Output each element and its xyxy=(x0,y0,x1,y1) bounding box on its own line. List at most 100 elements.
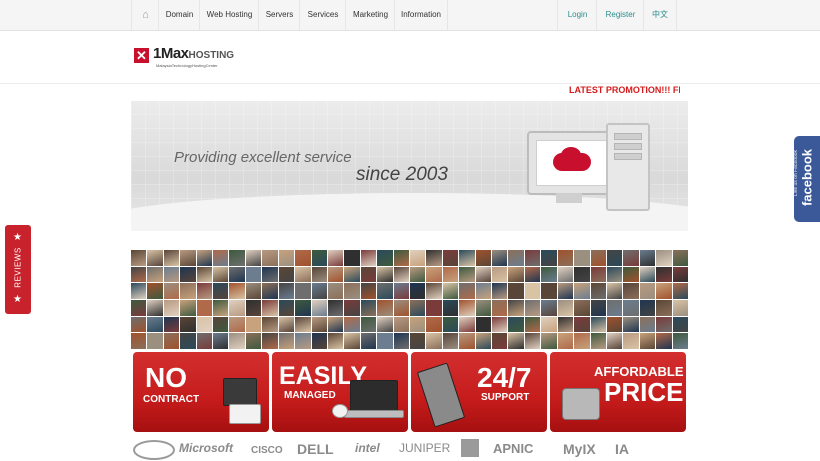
customer-photo-tile xyxy=(492,333,508,349)
customer-photo-tile xyxy=(278,266,295,283)
customer-photo-tile xyxy=(131,250,147,266)
customer-photo-tile xyxy=(229,316,245,333)
feature-subtitle: SUPPORT xyxy=(481,392,530,403)
feature-title: 24/7 xyxy=(477,362,532,393)
nav-web-hosting[interactable]: Web Hosting xyxy=(199,0,259,30)
chinese-language-link[interactable]: 中文 xyxy=(643,0,677,30)
customer-photo-tile xyxy=(377,283,393,299)
customer-photo-tile xyxy=(213,266,229,283)
customer-photo-tile xyxy=(442,316,459,333)
customer-photo-tile xyxy=(131,333,147,349)
site-logo[interactable]: ✕ 1MaxHOSTING MalaysiaTechnologyHostingC… xyxy=(134,45,244,70)
cloud-logo-top xyxy=(561,147,581,163)
customer-photo-tile xyxy=(475,250,492,266)
nav-services[interactable]: Services xyxy=(299,0,346,30)
customer-photo-tile xyxy=(278,316,295,333)
customer-photo-tile xyxy=(459,333,475,349)
customer-photo-tile xyxy=(163,333,180,349)
feature-subtitle: MANAGED xyxy=(284,390,336,401)
customer-photo-tile xyxy=(327,266,344,283)
customer-photo-tile xyxy=(278,250,295,266)
customer-photo-tile xyxy=(295,300,311,316)
nav-servers[interactable]: Servers xyxy=(258,0,300,30)
feature-easily-managed[interactable]: EASILY MANAGED xyxy=(272,352,408,432)
customer-photo-tile xyxy=(623,266,639,283)
customer-photo-tile xyxy=(656,250,672,266)
customer-photo-tile xyxy=(672,333,688,349)
customer-photo-tile xyxy=(327,316,344,333)
customer-photo-tile xyxy=(245,250,262,266)
customer-photo-tile xyxy=(541,333,557,349)
customer-photo-tile xyxy=(377,266,393,283)
home-icon[interactable]: ⌂ xyxy=(131,0,159,30)
server-tower-illustration xyxy=(606,123,650,211)
customer-photo-tile xyxy=(557,316,574,333)
nav-marketing[interactable]: Marketing xyxy=(345,0,395,30)
customer-photo-tile xyxy=(524,333,541,349)
customer-photo-tile xyxy=(360,316,377,333)
customer-photo-tile xyxy=(656,300,672,316)
partner-myix: MyIX xyxy=(563,441,596,457)
customer-photo-tile xyxy=(393,250,409,266)
nav-information[interactable]: Information xyxy=(394,0,448,30)
logo-text-suffix: HOSTING xyxy=(188,50,235,61)
customer-photo-tile xyxy=(524,300,541,316)
customer-photo-tile xyxy=(426,250,442,266)
customer-photo-tile xyxy=(459,283,475,299)
customer-photo-tile xyxy=(377,316,393,333)
customer-photo-tile xyxy=(459,300,475,316)
feature-title: NO xyxy=(145,362,187,393)
customer-photo-tile xyxy=(278,333,295,349)
nav-domain[interactable]: Domain xyxy=(158,0,200,30)
customer-photo-tile xyxy=(229,300,245,316)
customer-photo-tile xyxy=(574,266,590,283)
customer-photo-tile xyxy=(639,300,656,316)
promotion-ticker[interactable]: LATEST PROMOTION!!! FREE xyxy=(569,84,680,96)
customer-photo-tile xyxy=(147,250,163,266)
customer-photo-tile xyxy=(393,300,409,316)
feature-subtitle: CONTRACT xyxy=(143,394,200,405)
customer-photo-tile xyxy=(426,283,442,299)
customer-photo-tile xyxy=(541,300,557,316)
customer-photo-tile xyxy=(327,300,344,316)
customer-photo-tile xyxy=(557,283,574,299)
banner-subheadline: since 2003 xyxy=(356,164,448,185)
customer-photo-tile xyxy=(492,250,508,266)
customer-photo-tile xyxy=(393,283,409,299)
feature-no-contract[interactable]: NO CONTRACT xyxy=(133,352,269,432)
facebook-side-tab[interactable]: facebook Like us on Facebook xyxy=(793,136,820,222)
customer-photo-tile xyxy=(213,250,229,266)
customer-photo-tile xyxy=(262,250,278,266)
customer-photo-tile xyxy=(393,266,409,283)
customer-photo-tile xyxy=(590,283,606,299)
reviews-side-tab[interactable]: ★ REVIEWS ★ xyxy=(5,225,31,314)
partner-logos: Microsoft CISCO DELL intel JUNIPER APNIC… xyxy=(131,438,688,461)
customer-photo-tile xyxy=(623,300,639,316)
customer-photo-tile xyxy=(410,300,426,316)
customer-photo-tile xyxy=(196,300,213,316)
tower-slot xyxy=(614,133,642,140)
feature-24-7-support[interactable]: 24/7 SUPPORT xyxy=(411,352,547,432)
customer-photo-tile xyxy=(295,283,311,299)
top-navigation-bar: ⌂ Domain Web Hosting Servers Services Ma… xyxy=(0,0,820,31)
customer-photo-tile xyxy=(656,266,672,283)
customer-photo-tile xyxy=(344,250,360,266)
customer-photo-tile xyxy=(262,266,278,283)
customer-photo-tile xyxy=(442,300,459,316)
customer-photo-tile xyxy=(524,316,541,333)
document-icon xyxy=(229,404,261,424)
feature-affordable-price[interactable]: AFFORDABLE PRICE xyxy=(550,352,686,432)
customer-photo-tile xyxy=(377,250,393,266)
customer-photo-tile xyxy=(574,250,590,266)
monitor-illustration xyxy=(527,131,615,195)
customer-photo-tile xyxy=(196,283,213,299)
customer-photo-tile xyxy=(344,316,360,333)
hero-banner: Providing excellent service since 2003 xyxy=(131,101,688,231)
customer-photo-tile xyxy=(508,333,524,349)
customer-photo-tile xyxy=(508,283,524,299)
login-link[interactable]: Login xyxy=(557,0,597,30)
customer-photo-tile xyxy=(475,266,492,283)
customer-photo-tile xyxy=(639,250,656,266)
customer-photo-tile xyxy=(623,283,639,299)
register-link[interactable]: Register xyxy=(596,0,644,30)
